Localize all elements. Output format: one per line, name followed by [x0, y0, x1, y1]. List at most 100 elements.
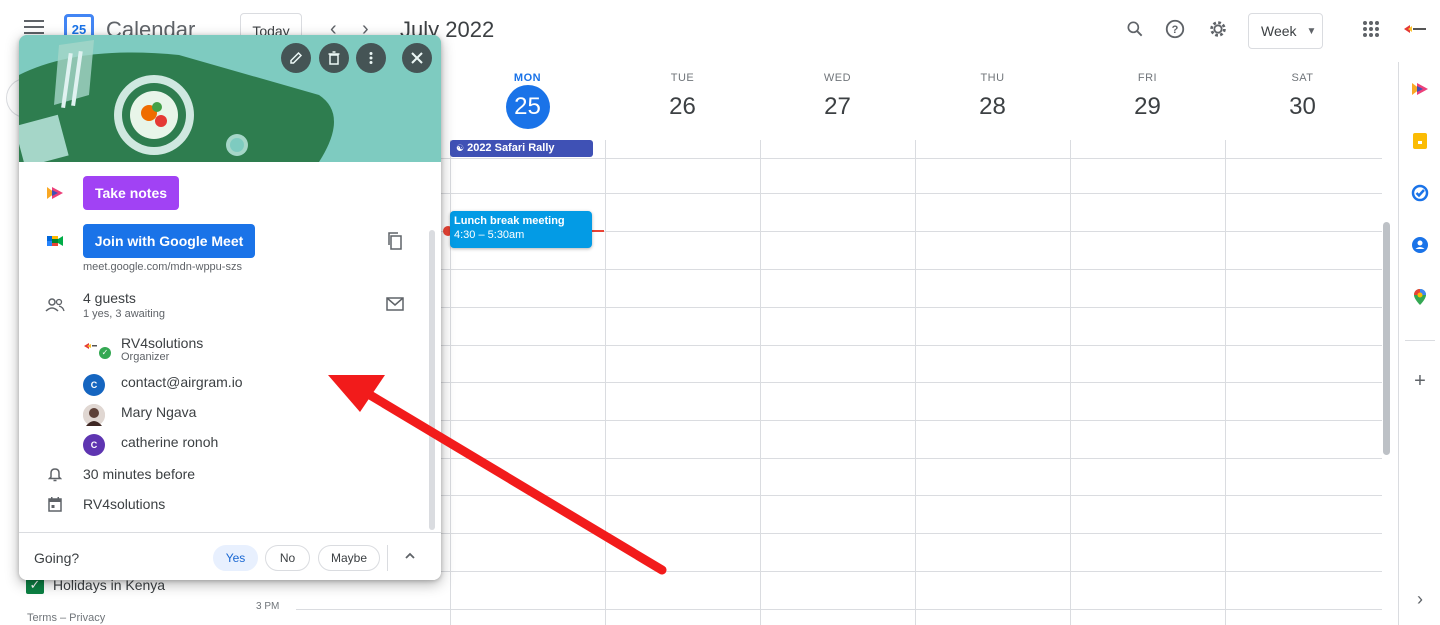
day-name: WED	[823, 72, 852, 84]
google-meet-icon	[45, 231, 65, 251]
apps-grid-icon[interactable]	[1358, 16, 1384, 42]
guests-status-summary: 1 yes, 3 awaiting	[83, 308, 165, 320]
airgram-addon-icon[interactable]	[1411, 80, 1429, 98]
day-number[interactable]: 27	[760, 88, 915, 126]
day-gridline	[760, 140, 761, 625]
day-gridline	[915, 140, 916, 625]
guest-item[interactable]: C contact@airgram.io	[83, 372, 383, 398]
bell-reminder-icon	[45, 464, 65, 484]
guest-item[interactable]: C catherine ronoh	[83, 432, 383, 458]
guest-item[interactable]: Mary Ngava	[83, 402, 383, 428]
day-header-fri[interactable]: FRI 29	[1070, 72, 1225, 126]
meet-link-text[interactable]: meet.google.com/mdn-wppu-szs	[83, 261, 242, 273]
guest-avatar: C	[83, 434, 105, 456]
calendar-name: RV4solutions	[83, 496, 166, 512]
day-name: THU	[980, 72, 1005, 84]
hour-gridline	[296, 345, 1382, 346]
day-name: MON	[513, 72, 542, 84]
day-number[interactable]: 30	[1225, 88, 1380, 126]
guest-photo-avatar	[83, 404, 105, 426]
calendar-icon	[45, 494, 65, 514]
day-header-tue[interactable]: TUE 26	[605, 72, 760, 126]
rsvp-no-button[interactable]: No	[265, 545, 310, 571]
allday-event-title: 2022 Safari Rally	[467, 142, 555, 154]
guest-name: catherine ronoh	[121, 434, 219, 450]
keep-icon[interactable]	[1411, 132, 1429, 150]
guests-count: 4 guests	[83, 290, 136, 306]
guest-role: Organizer	[121, 351, 170, 363]
tasks-icon[interactable]	[1411, 184, 1429, 202]
view-select-label: Week	[1261, 23, 1297, 39]
email-guests-icon[interactable]	[386, 297, 406, 313]
rsvp-bar: Going? Yes No Maybe	[19, 532, 441, 580]
event-details-popup: Take notes Join with Google Meet meet.go…	[19, 35, 441, 580]
hour-gridline	[296, 307, 1382, 308]
hour-gridline	[296, 609, 1382, 610]
day-number[interactable]: 26	[605, 88, 760, 126]
reminder-text: 30 minutes before	[83, 466, 196, 482]
account-avatar[interactable]	[1402, 16, 1428, 42]
side-panel: + ›	[1398, 62, 1440, 625]
day-number[interactable]: 25	[505, 85, 550, 129]
maps-pin-icon[interactable]	[1411, 288, 1429, 306]
hour-gridline	[296, 495, 1382, 496]
day-header-wed[interactable]: WED 27	[760, 72, 915, 126]
guest-name: RV4solutions	[121, 335, 204, 351]
terms-privacy-link[interactable]: Terms – Privacy	[27, 612, 105, 624]
hour-gridline	[296, 571, 1382, 572]
hour-gridline	[296, 193, 1382, 194]
guest-name: contact@airgram.io	[121, 374, 243, 390]
join-google-meet-button[interactable]: Join with Google Meet	[83, 224, 255, 258]
edit-pencil-icon[interactable]	[281, 43, 311, 73]
day-header-mon[interactable]: MON 25	[450, 72, 605, 129]
contacts-icon[interactable]	[1411, 236, 1429, 254]
day-gridline	[1070, 140, 1071, 625]
event-lunch-break-meeting[interactable]: Lunch break meeting 4:30 – 5:30am	[450, 211, 592, 248]
guests-people-icon	[45, 295, 65, 315]
popup-scrollbar[interactable]	[429, 230, 435, 530]
rsvp-yes-button[interactable]: Yes	[213, 545, 258, 571]
time-label-3pm: 3 PM	[256, 601, 280, 612]
day-header-thu[interactable]: THU 28	[915, 72, 1070, 126]
expand-chevron-right-icon[interactable]: ›	[1411, 589, 1429, 609]
view-select[interactable]: Week ▼	[1248, 13, 1323, 49]
accepted-check-icon: ✓	[99, 347, 111, 359]
event-banner-image	[19, 35, 441, 162]
day-number[interactable]: 29	[1070, 88, 1225, 126]
rsvp-maybe-button[interactable]: Maybe	[318, 545, 380, 571]
main-menu-icon[interactable]	[24, 20, 44, 34]
day-name: TUE	[670, 72, 695, 84]
chevron-up-icon[interactable]	[403, 549, 419, 565]
hour-gridline	[296, 420, 1382, 421]
close-icon[interactable]	[402, 43, 432, 73]
hour-gridline	[296, 458, 1382, 459]
guest-name: Mary Ngava	[121, 404, 197, 420]
hour-gridline	[296, 382, 1382, 383]
going-label: Going?	[34, 550, 80, 566]
event-title: Lunch break meeting	[454, 215, 565, 227]
airgram-logo-icon	[45, 183, 65, 203]
more-options-icon[interactable]	[356, 43, 386, 73]
search-icon[interactable]	[1122, 16, 1148, 42]
day-header-sat[interactable]: SAT 30	[1225, 72, 1380, 126]
grid-scrollbar[interactable]	[1383, 222, 1390, 455]
day-name: FRI	[1137, 72, 1158, 84]
day-gridline	[605, 140, 606, 625]
event-time: 4:30 – 5:30am	[454, 229, 525, 241]
help-icon[interactable]: ?	[1162, 16, 1188, 42]
hour-gridline	[296, 158, 1382, 159]
allday-event-safari-rally[interactable]: ☯ 2022 Safari Rally	[450, 140, 593, 157]
copy-link-icon[interactable]	[386, 231, 406, 251]
chevron-down-icon: ▼	[1306, 25, 1317, 37]
delete-trash-icon[interactable]	[319, 43, 349, 73]
day-number[interactable]: 28	[915, 88, 1070, 126]
day-gridline	[1225, 140, 1226, 625]
hour-gridline	[296, 533, 1382, 534]
side-divider	[1405, 340, 1435, 341]
take-notes-button[interactable]: Take notes	[83, 176, 179, 210]
settings-gear-icon[interactable]	[1205, 16, 1231, 42]
guest-avatar: C	[83, 374, 105, 396]
add-addon-plus-icon[interactable]: +	[1411, 370, 1429, 392]
hour-gridline	[296, 269, 1382, 270]
guest-item[interactable]: ✓ RV4solutions Organizer	[83, 333, 383, 363]
